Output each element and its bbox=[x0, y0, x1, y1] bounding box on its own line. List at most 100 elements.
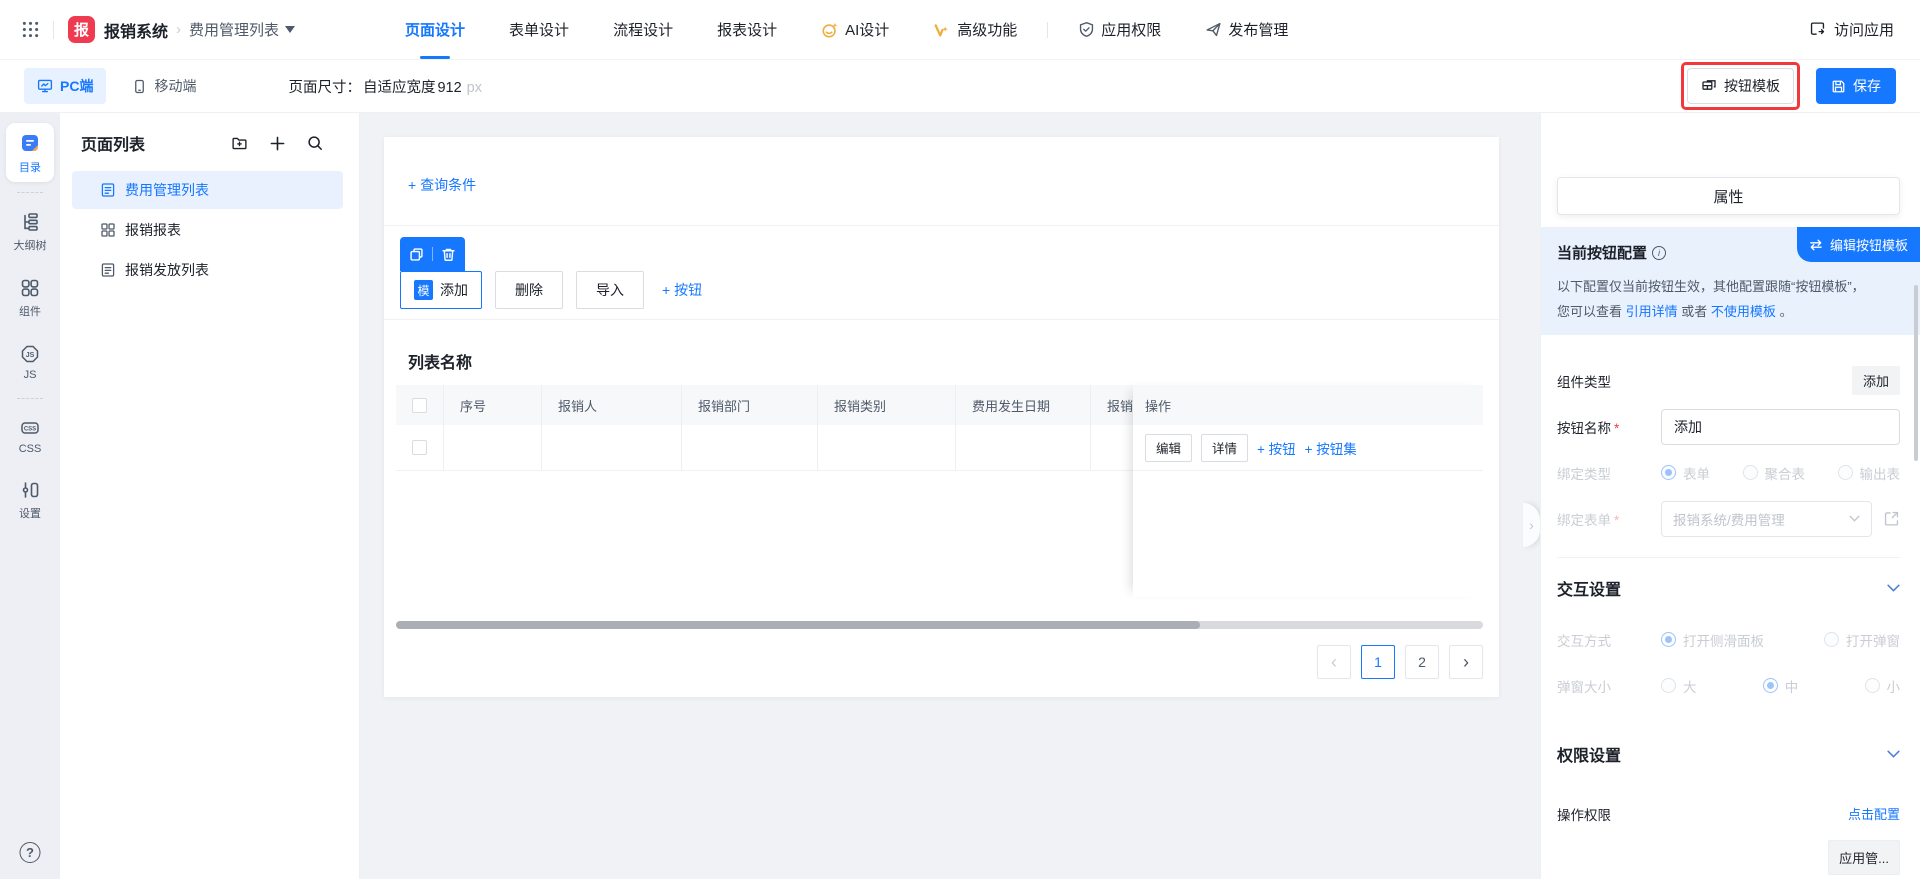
button-name-input[interactable]: 添加 bbox=[1661, 409, 1900, 445]
radio-aggregate-table[interactable]: 聚合表 bbox=[1743, 463, 1806, 483]
delete-button-widget[interactable]: 删除 bbox=[495, 271, 563, 309]
query-condition-section: + 查询条件 bbox=[384, 137, 1499, 226]
row-checkbox[interactable] bbox=[412, 440, 427, 455]
page-item-expense-management-list[interactable]: 费用管理列表 bbox=[72, 171, 343, 209]
column-header[interactable]: 报销人 bbox=[542, 385, 682, 425]
page-item-reimbursement-report[interactable]: 报销报表 bbox=[72, 211, 343, 249]
radio-open-dialog[interactable]: 打开弹窗 bbox=[1824, 630, 1900, 650]
radio-form[interactable]: 表单 bbox=[1661, 463, 1710, 483]
help-button[interactable]: ? bbox=[20, 842, 41, 863]
column-header-clipped[interactable]: 报销 bbox=[1091, 385, 1133, 425]
device-pc-toggle[interactable]: PC端 bbox=[24, 68, 106, 104]
app-admin-button[interactable]: 应用管... bbox=[1828, 840, 1900, 875]
radio-output-table[interactable]: 输出表 bbox=[1838, 463, 1901, 483]
table-scroll-columns: 序号 报销人 报销部门 报销类别 费用发生日期 报销 bbox=[396, 385, 1133, 471]
search-icon[interactable] bbox=[307, 135, 323, 151]
tab-page-design[interactable]: 页面设计 bbox=[383, 0, 487, 59]
page-dropdown-caret-icon[interactable] bbox=[285, 26, 295, 33]
radio-size-small[interactable]: 小 bbox=[1865, 676, 1901, 696]
pagination: ‹ 1 2 › bbox=[1317, 645, 1483, 679]
top-navbar: 报 报销系统 › 费用管理列表 页面设计 表单设计 流程设计 报表设计 AI设计 bbox=[0, 0, 1920, 60]
device-mobile-toggle[interactable]: 移动端 bbox=[132, 76, 196, 96]
radio-open-side-panel[interactable]: 打开侧滑面板 bbox=[1661, 630, 1764, 650]
row-add-button-set-link[interactable]: + 按钮集 bbox=[1305, 438, 1357, 458]
rail-item-catalog[interactable]: 目录 bbox=[6, 123, 54, 182]
report-grid-icon bbox=[100, 222, 116, 238]
tab-form-design[interactable]: 表单设计 bbox=[487, 0, 591, 59]
tab-app-permissions[interactable]: 应用权限 bbox=[1056, 0, 1183, 59]
no-template-link[interactable]: 不使用模板 bbox=[1711, 304, 1776, 319]
pagination-next-button[interactable]: › bbox=[1449, 645, 1483, 679]
button-name-label: 按钮名称* bbox=[1557, 417, 1661, 437]
interaction-mode-radio-group: 打开侧滑面板 打开弹窗 bbox=[1661, 630, 1900, 650]
trash-icon[interactable] bbox=[441, 247, 456, 262]
access-app-button[interactable]: 访问应用 bbox=[1809, 19, 1894, 40]
rail-item-outline-tree[interactable]: 大纲树 bbox=[6, 203, 54, 260]
table-fixed-action-column: 操作 编辑 详情 + 按钮 + 按钮集 bbox=[1133, 385, 1483, 597]
rail-item-js[interactable]: JS JS bbox=[6, 335, 54, 388]
reference-detail-link[interactable]: 引用详情 bbox=[1626, 304, 1678, 319]
dialog-size-radio-group: 大 中 小 bbox=[1661, 676, 1900, 696]
button-template-button[interactable]: 按钮模板 bbox=[1687, 68, 1794, 104]
permission-settings-header[interactable]: 权限设置 bbox=[1557, 742, 1900, 766]
page-item-reimbursement-payout-list[interactable]: 报销发放列表 bbox=[72, 251, 343, 289]
copy-icon[interactable] bbox=[409, 247, 424, 262]
edit-button-template-button[interactable]: 编辑按钮模板 bbox=[1797, 227, 1920, 262]
add-page-icon[interactable] bbox=[270, 136, 285, 151]
tab-advanced-features[interactable]: 高级功能 bbox=[911, 0, 1039, 59]
select-all-checkbox[interactable] bbox=[412, 398, 427, 413]
component-type-row: 组件类型 添加 bbox=[1557, 363, 1900, 399]
radio-size-medium[interactable]: 中 bbox=[1763, 676, 1799, 696]
radio-size-large[interactable]: 大 bbox=[1661, 676, 1697, 696]
add-button-widget-selected[interactable]: 模 添加 bbox=[400, 271, 482, 309]
bind-form-row: 绑定表单* 报销系统/费用管理 bbox=[1557, 501, 1900, 537]
bind-form-select[interactable]: 报销系统/费用管理 bbox=[1661, 501, 1872, 537]
add-query-condition-link[interactable]: + 查询条件 bbox=[408, 175, 476, 195]
breadcrumb-page-name[interactable]: 费用管理列表 bbox=[189, 19, 279, 40]
tab-ai-design[interactable]: AI设计 bbox=[799, 0, 911, 59]
catalog-icon bbox=[19, 132, 41, 154]
svg-text:CSS: CSS bbox=[24, 427, 36, 433]
rail-item-settings[interactable]: 设置 bbox=[6, 471, 54, 528]
new-folder-icon[interactable] bbox=[231, 135, 248, 152]
interaction-settings-header[interactable]: 交互设置 bbox=[1557, 576, 1900, 600]
column-header[interactable]: 序号 bbox=[444, 385, 542, 425]
pagination-prev-button[interactable]: ‹ bbox=[1317, 645, 1351, 679]
tab-report-design[interactable]: 报表设计 bbox=[695, 0, 799, 59]
click-configure-link[interactable]: 点击配置 bbox=[1848, 804, 1900, 823]
add-new-button-link[interactable]: + 按钮 bbox=[662, 280, 702, 300]
app-name: 报销系统 bbox=[104, 18, 168, 42]
current-button-config-block: 当前按钮配置 i 编辑按钮模板 以下配置仅当前按钮生效，其他配置跟随“按钮模板”… bbox=[1541, 227, 1920, 335]
rail-item-css[interactable]: CSS CSS bbox=[6, 409, 54, 462]
settings-icon bbox=[20, 480, 40, 500]
column-header[interactable]: 报销部门 bbox=[682, 385, 818, 425]
table-cell bbox=[956, 425, 1091, 471]
components-icon bbox=[20, 278, 40, 298]
action-column-header: 操作 bbox=[1133, 385, 1483, 425]
tab-flow-design[interactable]: 流程设计 bbox=[591, 0, 695, 59]
vertical-scrollbar-thumb[interactable] bbox=[1914, 285, 1918, 461]
row-edit-button[interactable]: 编辑 bbox=[1145, 434, 1192, 462]
scrollbar-thumb[interactable] bbox=[396, 621, 1200, 629]
bind-type-label: 绑定类型 bbox=[1557, 463, 1661, 483]
horizontal-scrollbar[interactable] bbox=[396, 621, 1483, 629]
rail-item-components[interactable]: 组件 bbox=[6, 269, 54, 326]
column-header[interactable]: 报销类别 bbox=[818, 385, 956, 425]
row-detail-button[interactable]: 详情 bbox=[1201, 434, 1248, 462]
info-icon[interactable]: i bbox=[1652, 246, 1666, 260]
row-add-button-link[interactable]: + 按钮 bbox=[1257, 438, 1296, 458]
apps-grid-icon[interactable] bbox=[22, 21, 39, 38]
pagination-page-1[interactable]: 1 bbox=[1361, 645, 1395, 679]
column-header[interactable]: 费用发生日期 bbox=[956, 385, 1091, 425]
save-button[interactable]: 保存 bbox=[1816, 68, 1896, 104]
dialog-size-label: 弹窗大小 bbox=[1557, 676, 1661, 696]
bind-form-label: 绑定表单* bbox=[1557, 509, 1661, 529]
page-size-readout: 页面尺寸：自适应宽度912px bbox=[288, 76, 482, 97]
pagination-page-2[interactable]: 2 bbox=[1405, 645, 1439, 679]
radio-selected-icon bbox=[1763, 678, 1778, 693]
tab-publish-management[interactable]: 发布管理 bbox=[1183, 0, 1310, 59]
chevron-down-icon bbox=[1887, 584, 1900, 592]
import-button-widget[interactable]: 导入 bbox=[576, 271, 644, 309]
open-form-icon[interactable] bbox=[1883, 510, 1900, 527]
panel-collapse-handle[interactable]: › bbox=[1523, 503, 1540, 547]
